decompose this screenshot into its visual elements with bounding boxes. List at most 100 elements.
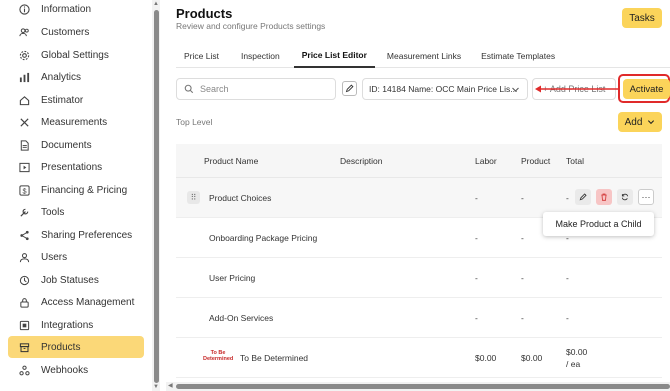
pencil-icon — [345, 84, 354, 93]
sidebar-item-label: Products — [41, 341, 81, 353]
sidebar-item-customers[interactable]: Customers — [8, 21, 144, 43]
users-icon — [17, 25, 31, 39]
tab-measurement-links[interactable]: Measurement Links — [379, 44, 469, 68]
sidebar-item-tools[interactable]: Tools — [8, 201, 144, 223]
sidebar-item-integrations[interactable]: Integrations — [8, 314, 144, 336]
sidebar-scrollbar[interactable]: ▲ ▼ — [152, 0, 160, 391]
sidebar-item-label: Sharing Preferences — [41, 229, 133, 241]
lock-icon — [17, 295, 31, 309]
ruler-icon — [17, 115, 31, 129]
sidebar-item-label: Measurements — [41, 116, 108, 128]
search-input[interactable]: Search — [176, 78, 336, 100]
sidebar-item-documents[interactable]: Documents — [8, 134, 144, 156]
product-name: To Be Determined — [240, 353, 309, 363]
info-icon — [17, 2, 31, 16]
sidebar-item-webhooks[interactable]: Webhooks — [8, 359, 144, 381]
product-value: - — [521, 193, 524, 203]
sidebar-item-label: Access Management — [41, 296, 135, 308]
tab-price-list-editor[interactable]: Price List Editor — [293, 44, 375, 68]
edit-price-list-button[interactable] — [342, 81, 357, 96]
horizontal-scrollbar[interactable]: ◀ — [166, 382, 670, 391]
sidebar-item-global-settings[interactable]: Global Settings — [8, 44, 144, 66]
integrations-icon — [17, 318, 31, 332]
column-header: Product — [521, 156, 551, 166]
gear-icon — [17, 48, 31, 62]
sidebar-item-label: Analytics — [41, 71, 82, 83]
make-child-tooltip[interactable]: Make Product a Child — [543, 212, 654, 236]
products-table: Product Name Description Labor Product T… — [176, 144, 662, 378]
sidebar-item-label: Financing & Pricing — [41, 184, 128, 196]
table-row[interactable]: User Pricing - - - — [176, 258, 662, 298]
scrollbar-thumb[interactable] — [176, 384, 670, 389]
scrollbar-thumb[interactable] — [153, 10, 159, 383]
sidebar-item-label: Customers — [41, 26, 90, 38]
product-value: - — [521, 313, 524, 323]
tasks-button[interactable]: Tasks — [622, 8, 662, 28]
tab-price-list[interactable]: Price List — [176, 44, 227, 68]
scroll-down-arrow-icon[interactable]: ▼ — [153, 384, 159, 390]
tab-estimate-templates[interactable]: Estimate Templates — [473, 44, 563, 68]
sidebar-item-label: Job Statuses — [41, 274, 99, 286]
scroll-left-arrow-icon[interactable]: ◀ — [168, 382, 173, 389]
sidebar-item-information[interactable]: Information — [8, 0, 144, 20]
refresh-icon — [621, 193, 629, 201]
sidebar-item-products[interactable]: Products — [8, 336, 144, 358]
price-list-select[interactable]: ID: 14184 Name: OCC Main Price Lis... — [362, 78, 528, 100]
chart-icon — [17, 70, 31, 84]
sidebar-item-label: Users — [41, 251, 68, 263]
sidebar-item-job-statuses[interactable]: Job Statuses — [8, 269, 144, 291]
product-name: User Pricing — [209, 273, 256, 283]
tab-inspection[interactable]: Inspection — [233, 44, 288, 68]
tab-bar: Price List Inspection Price List Editor … — [176, 44, 670, 68]
svg-text:$: $ — [22, 186, 26, 195]
column-header: Description — [340, 156, 383, 166]
sidebar-item-label: Estimator — [41, 94, 84, 106]
delete-button[interactable] — [596, 189, 612, 205]
chevron-down-icon — [648, 120, 655, 125]
column-header: Total — [566, 156, 584, 166]
sidebar-item-users[interactable]: Users — [8, 246, 144, 268]
sidebar-item-financing-pricing[interactable]: $ Financing & Pricing — [8, 179, 144, 201]
more-options-button[interactable]: ··· — [638, 189, 654, 205]
scroll-up-arrow-icon[interactable]: ▲ — [153, 1, 159, 7]
table-row[interactable]: Add-On Services - - - — [176, 298, 662, 338]
drag-handle-icon[interactable]: ⠿ — [187, 191, 200, 204]
table-header: Product Name Description Labor Product T… — [176, 144, 662, 178]
sidebar-item-label: Presentations — [41, 161, 103, 173]
sidebar: Information Customers Global Settings An… — [0, 0, 160, 391]
sidebar-item-estimator[interactable]: Estimator — [8, 89, 144, 111]
total-value: $0.00 — [566, 347, 588, 357]
page-title: Products — [176, 6, 233, 21]
labor-value: - — [475, 313, 478, 323]
trash-icon — [601, 193, 607, 201]
labor-value: - — [475, 233, 478, 243]
sidebar-item-label: Integrations — [41, 319, 94, 331]
product-value: $0.00 — [521, 353, 543, 363]
sidebar-item-label: Webhooks — [41, 364, 89, 376]
total-value: - — [566, 313, 569, 323]
total-unit: / ea — [566, 359, 581, 369]
edit-button[interactable] — [575, 189, 591, 205]
make-child-button[interactable] — [617, 189, 633, 205]
labor-value: - — [475, 273, 478, 283]
labor-value: - — [475, 193, 478, 203]
sidebar-item-presentations[interactable]: Presentations — [8, 156, 144, 178]
add-button[interactable]: Add — [618, 112, 662, 132]
activate-button[interactable]: Activate — [623, 79, 670, 99]
product-name: Product Choices — [209, 193, 272, 203]
sidebar-item-analytics[interactable]: Analytics — [8, 66, 144, 88]
product-value: - — [521, 233, 524, 243]
product-name: Onboarding Package Pricing — [209, 233, 318, 243]
search-placeholder: Search — [200, 84, 229, 94]
top-level-label: Top Level — [176, 117, 213, 127]
sidebar-item-measurements[interactable]: Measurements — [8, 111, 144, 133]
annotation-arrow-icon — [535, 85, 619, 93]
sidebar-item-sharing-preferences[interactable]: Sharing Preferences — [8, 224, 144, 246]
price-list-selected-value: ID: 14184 Name: OCC Main Price Lis... — [369, 84, 518, 94]
table-row[interactable]: To Be Determined To Be Determined $0.00 … — [176, 338, 662, 378]
product-logo: To Be Determined — [203, 350, 234, 362]
sidebar-item-label: Global Settings — [41, 49, 109, 61]
sidebar-item-access-management[interactable]: Access Management — [8, 291, 144, 313]
sidebar-item-label: Documents — [41, 139, 92, 151]
product-value: - — [521, 273, 524, 283]
